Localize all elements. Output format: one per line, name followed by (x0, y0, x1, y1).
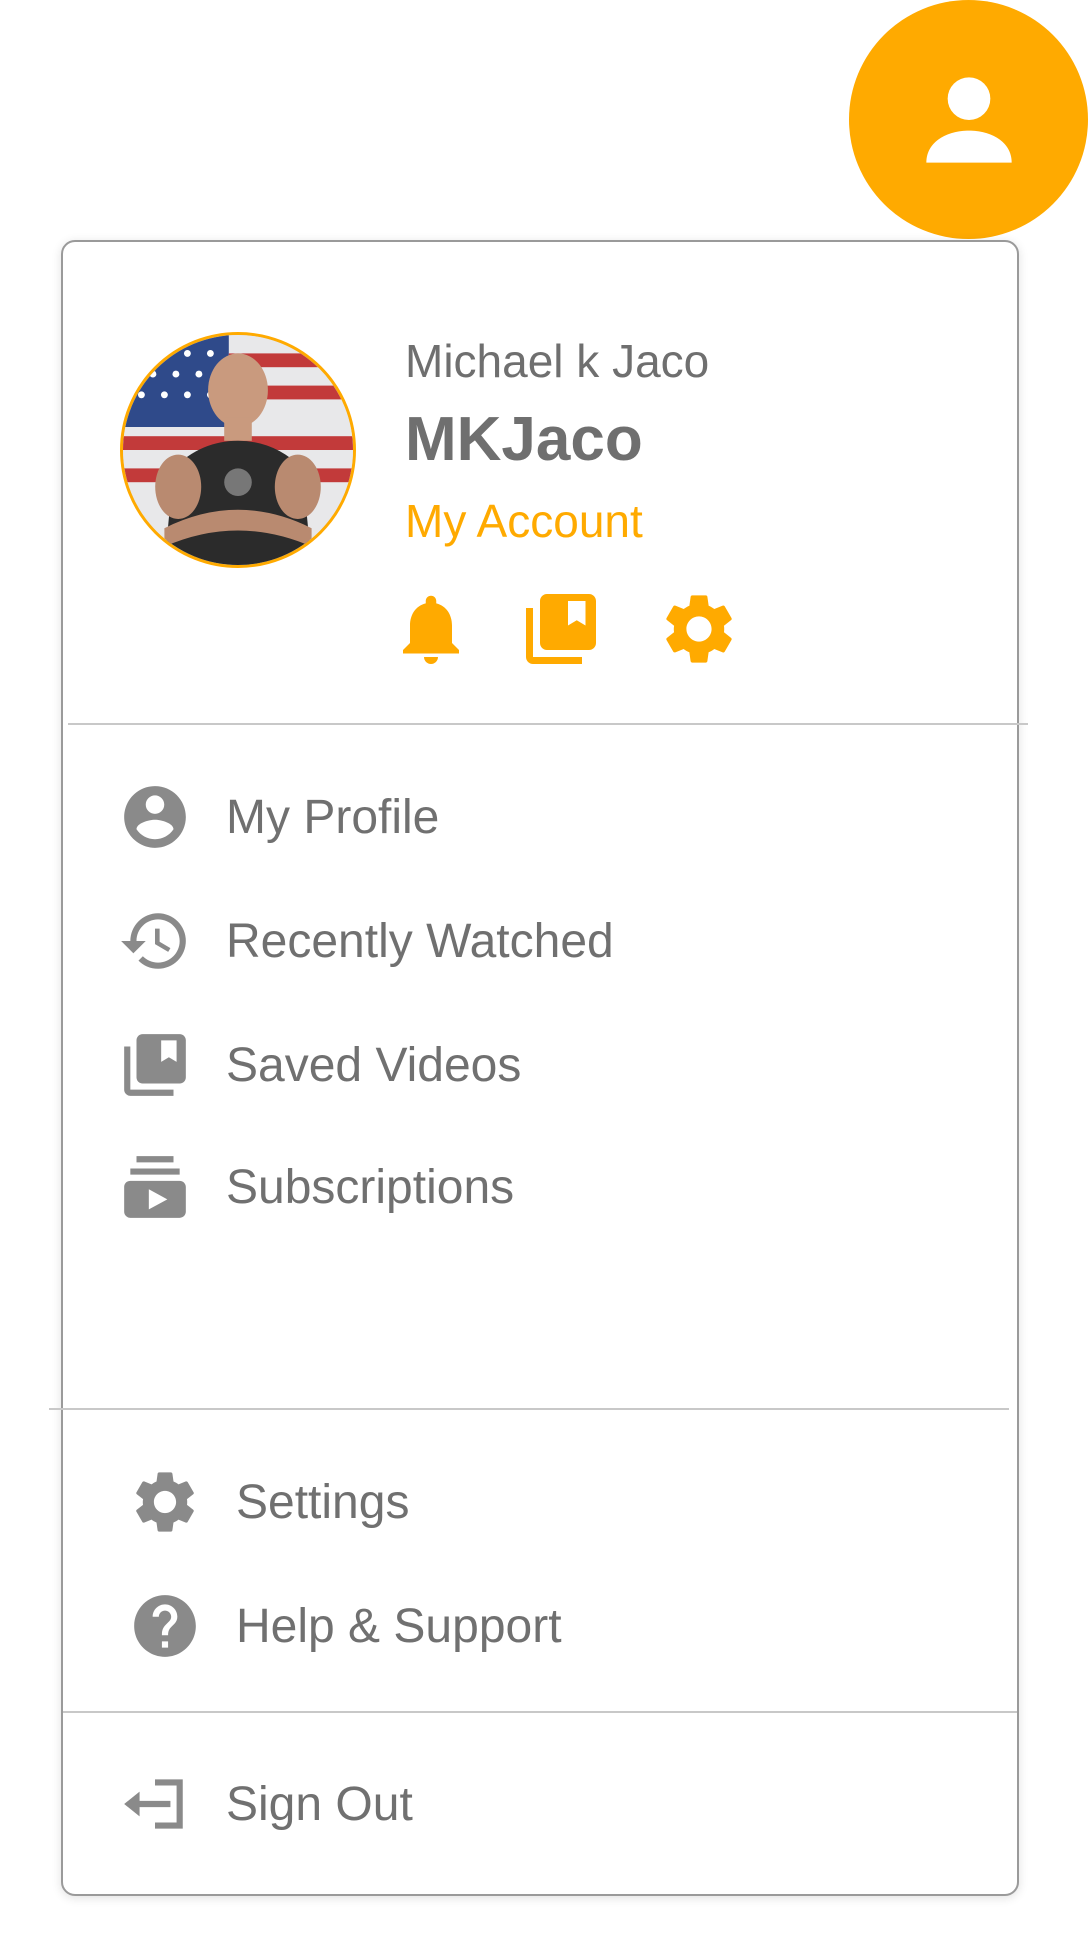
help-circle-icon (134, 1595, 196, 1657)
avatar (120, 332, 356, 568)
account-circle-icon (124, 786, 186, 848)
user-full-name: Michael k Jaco (405, 335, 710, 387)
username: MKJaco (405, 405, 643, 474)
menu-item-label: Saved Videos (226, 1038, 522, 1092)
divider (68, 723, 1028, 725)
menu-item-saved-videos[interactable]: Saved Videos (118, 1017, 968, 1113)
settings-quick-button[interactable] (657, 587, 741, 671)
saved-videos-quick-button[interactable] (519, 587, 603, 671)
menu-item-help-support[interactable]: Help & Support (128, 1578, 978, 1674)
menu-item-label: Settings (236, 1475, 410, 1529)
notifications-button[interactable] (389, 587, 473, 671)
profile-photo (123, 335, 353, 565)
person-icon (925, 76, 1012, 163)
bell-icon (403, 595, 459, 664)
menu-item-settings[interactable]: Settings (128, 1454, 978, 1550)
menu-item-subscriptions[interactable]: Subscriptions (118, 1139, 968, 1235)
menu-item-label: Help & Support (236, 1599, 562, 1653)
menu-item-recently-watched[interactable]: Recently Watched (118, 893, 968, 989)
divider (63, 1711, 1017, 1713)
menu-item-label: Recently Watched (226, 914, 614, 968)
divider (49, 1408, 1009, 1410)
my-account-link[interactable]: My Account (405, 494, 643, 548)
gear-icon (136, 1472, 194, 1532)
sign-out-button[interactable]: Sign Out (118, 1756, 968, 1852)
history-icon (121, 913, 186, 969)
saved-videos-icon (526, 594, 596, 664)
subscriptions-icon (124, 1156, 186, 1218)
profile-header: Michael k Jaco MKJaco My Account (63, 242, 1017, 722)
menu-item-label: My Profile (226, 790, 440, 844)
sign-out-icon (124, 1779, 183, 1829)
account-dropdown-menu: Michael k Jaco MKJaco My Account My Prof… (49, 240, 1028, 1896)
menu-item-label: Subscriptions (226, 1160, 515, 1214)
gear-icon (666, 595, 732, 663)
menu-item-label: Sign Out (226, 1777, 413, 1831)
menu-item-my-profile[interactable]: My Profile (118, 769, 968, 865)
account-avatar-button[interactable] (849, 0, 1088, 239)
video-library-icon (124, 1034, 186, 1096)
